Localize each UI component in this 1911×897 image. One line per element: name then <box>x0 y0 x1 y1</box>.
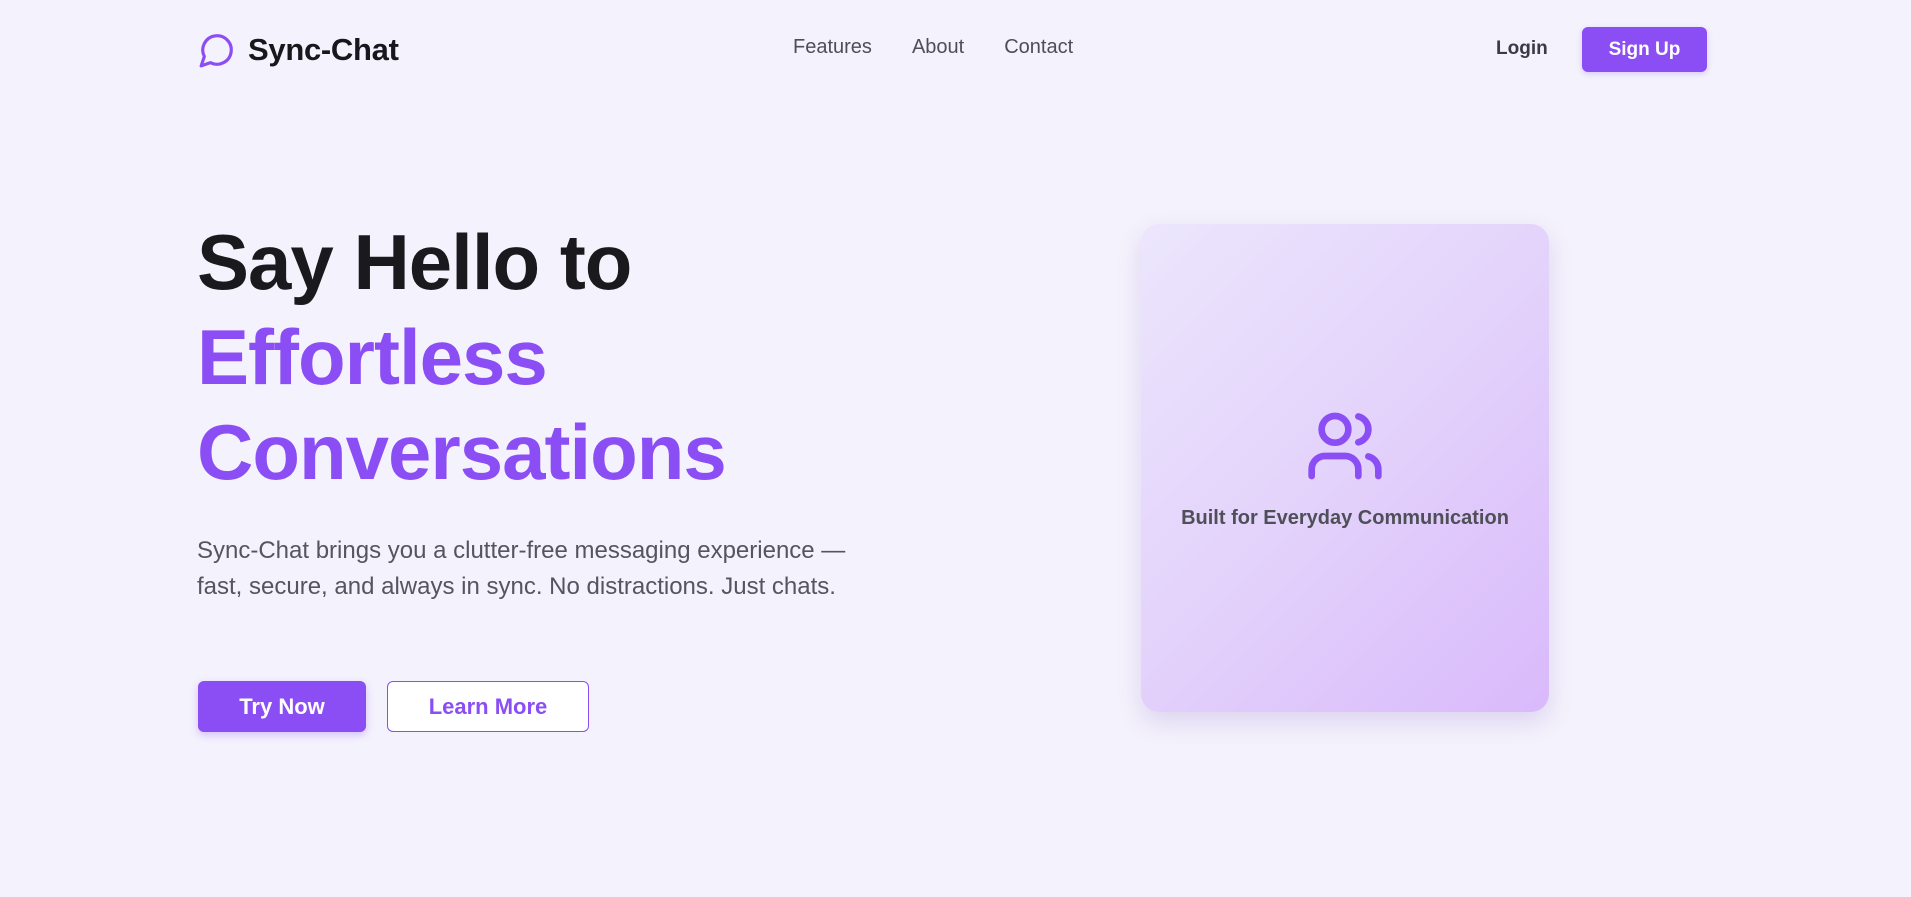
nav-link-about[interactable]: About <box>912 36 964 59</box>
learn-more-button[interactable]: Learn More <box>387 681 589 732</box>
hero-title-line-3: Conversations <box>197 408 727 496</box>
hero-title: Say Hello to Effortless Conversations <box>197 215 917 500</box>
chat-bubble-icon <box>199 34 233 68</box>
signup-button[interactable]: Sign Up <box>1582 27 1707 72</box>
login-link[interactable]: Login <box>1496 38 1548 60</box>
hero-description: Sync-Chat brings you a clutter-free mess… <box>197 537 846 600</box>
try-now-button[interactable]: Try Now <box>198 681 366 732</box>
hero-title-line-1: Say Hello to <box>197 218 632 306</box>
hero-title-line-2: Effortless <box>197 313 548 401</box>
users-icon <box>1308 412 1382 480</box>
main-nav: Features About Contact <box>793 36 1073 59</box>
card-caption: Built for Everyday Communication <box>1181 507 1509 529</box>
brand-logo[interactable]: Sync-Chat <box>198 30 399 70</box>
feature-card: Built for Everyday Communication <box>1141 224 1549 712</box>
hero-section: Say Hello to Effortless Conversations <box>197 215 917 500</box>
brand-name: Sync-Chat <box>248 32 399 67</box>
nav-link-features[interactable]: Features <box>793 36 872 59</box>
navbar: Sync-Chat Features About Contact Login S… <box>0 0 1911 100</box>
nav-link-contact[interactable]: Contact <box>1004 36 1073 59</box>
